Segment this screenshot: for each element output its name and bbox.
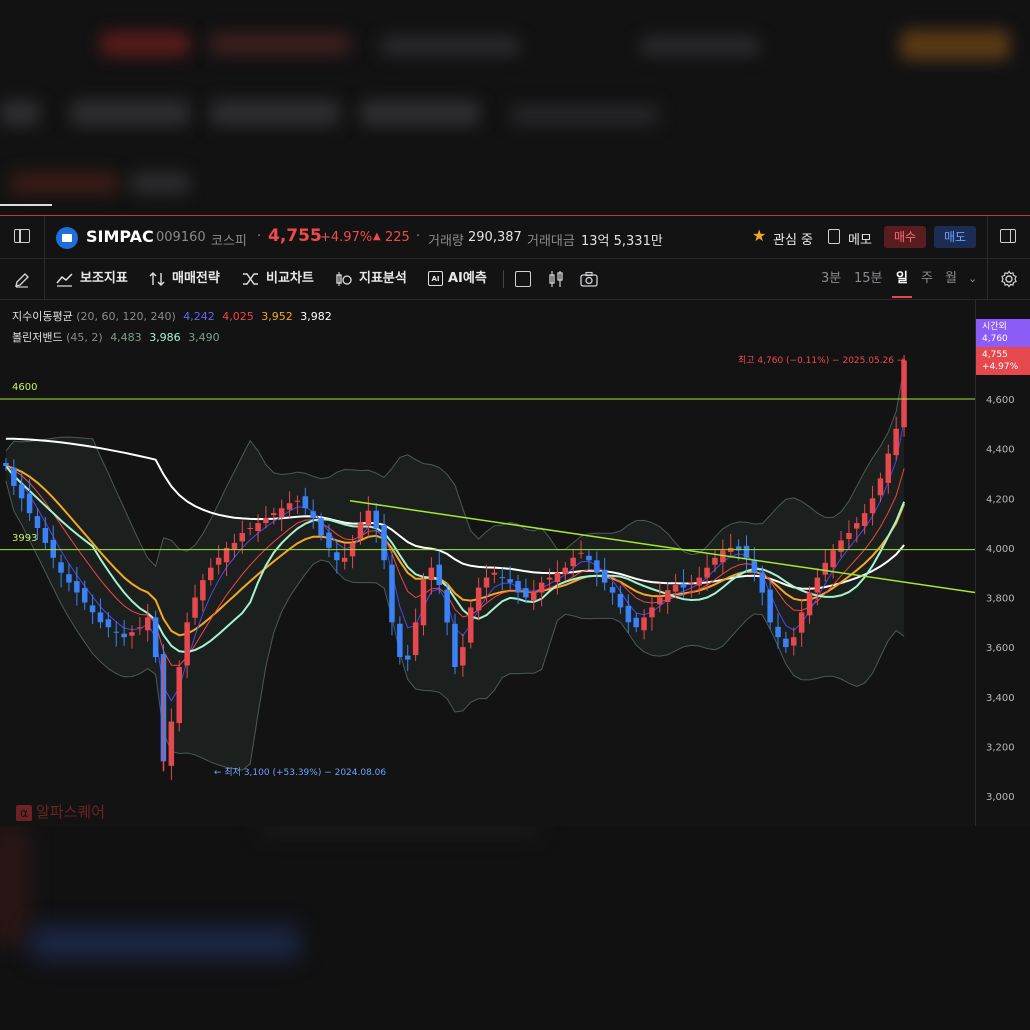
volume-label: 거래량 [428, 234, 464, 249]
clipboard-icon [828, 229, 840, 244]
gear-icon[interactable] [1000, 270, 1018, 292]
timeframe-15min[interactable]: 15분 [854, 259, 883, 299]
trade-value: 13억 5,331만 [581, 234, 663, 249]
y-tick-label: 4,400 [986, 445, 1015, 456]
hline-label-4600: 4600 [12, 382, 38, 393]
candlestick-icon[interactable] [548, 270, 564, 292]
stock-logo-icon [56, 227, 78, 249]
stock-header: SIMPAC 009160 코스피 · 4,755 +4.97% ▲ 225 ·… [0, 216, 1030, 259]
ai-chip-icon: AI [428, 271, 443, 286]
low-annotation: ← 최저 3,100 (+53.39%) − 2024.08.06 [214, 768, 387, 778]
stock-name: SIMPAC [86, 227, 154, 246]
ai-predict-button[interactable]: AI AI예측 [428, 259, 487, 299]
y-tick-label: 4,000 [986, 544, 1015, 555]
chart-toolbar: 보조지표 매매전략 비교차트 지표분석 AI AI예측 3분 15분 일 주 월 … [0, 259, 1030, 300]
y-tick-label: 3,600 [986, 643, 1015, 654]
compare-chart-button[interactable]: 비교차트 [242, 259, 314, 299]
active-timeframe-underline [892, 296, 912, 298]
alpha-logo-icon: α [16, 805, 32, 821]
blurred-page-header [0, 0, 1030, 215]
hline-label-3993: 3993 [12, 533, 38, 544]
last-price-badge: 4,755 +4.97% [976, 347, 1030, 375]
bollinger-band-fill [5, 367, 905, 771]
afterhours-badge: 시간외 4,760 [976, 319, 1030, 347]
chevron-down-icon[interactable]: ⌄ [968, 259, 977, 299]
change-percent: +4.97% [320, 230, 373, 245]
market-name: 코스피 [211, 234, 247, 249]
timeframe-day[interactable]: 일 [896, 259, 908, 299]
y-tick-label: 3,000 [986, 792, 1015, 803]
trade-value-label: 거래대금 [527, 234, 575, 249]
timeframe-3min[interactable]: 3분 [821, 259, 841, 299]
timeframe-week[interactable]: 주 [921, 259, 933, 299]
candle [468, 600, 474, 649]
y-tick-label: 4,200 [986, 494, 1015, 505]
indicator-analysis-button[interactable]: 지표분석 [335, 259, 407, 299]
camera-icon[interactable] [580, 271, 598, 291]
square-icon[interactable] [515, 271, 531, 287]
indicator-icon [56, 272, 73, 287]
pen-icon[interactable] [13, 271, 31, 289]
volume-value: 290,387 [468, 230, 522, 245]
y-tick-label: 3,400 [986, 693, 1015, 704]
candle [152, 610, 159, 663]
panel-toggle-icon[interactable] [1000, 229, 1016, 243]
price-chart[interactable]: 4,600 4,400 4,200 4,000 3,800 3,600 3,400 3,200… [0, 299, 1030, 826]
timeframe-month[interactable]: 월 [945, 259, 957, 299]
current-price: 4,755 [268, 226, 322, 246]
candle [176, 660, 182, 732]
shuffle-icon [243, 272, 258, 285]
blurred-page-footer [0, 825, 1030, 1030]
strategy-button[interactable]: 매매전략 [148, 259, 220, 299]
star-icon: ★ [752, 226, 767, 245]
alphasquare-watermark: α 알파스퀘어 [16, 801, 105, 822]
y-tick-label: 4,600 [986, 395, 1015, 406]
change-arrow-icon: ▲ [373, 231, 381, 242]
sell-button[interactable]: 매도 [934, 226, 976, 248]
y-tick-label: 3,800 [986, 594, 1015, 605]
y-tick-label: 3,200 [986, 742, 1015, 753]
indicator-button[interactable]: 보조지표 [56, 259, 128, 299]
high-annotation: 최고 4,760 (−0.11%) − 2025.05.26 → [738, 356, 905, 366]
chart-panel: SIMPAC 009160 코스피 · 4,755 +4.97% ▲ 225 ·… [0, 215, 1030, 826]
candle-search-icon [336, 271, 352, 286]
change-amount: 225 [385, 230, 410, 245]
stock-code: 009160 [156, 230, 206, 245]
sort-arrows-icon [149, 271, 165, 286]
buy-button[interactable]: 매수 [884, 226, 926, 248]
sidebar-toggle-icon[interactable] [14, 229, 30, 243]
